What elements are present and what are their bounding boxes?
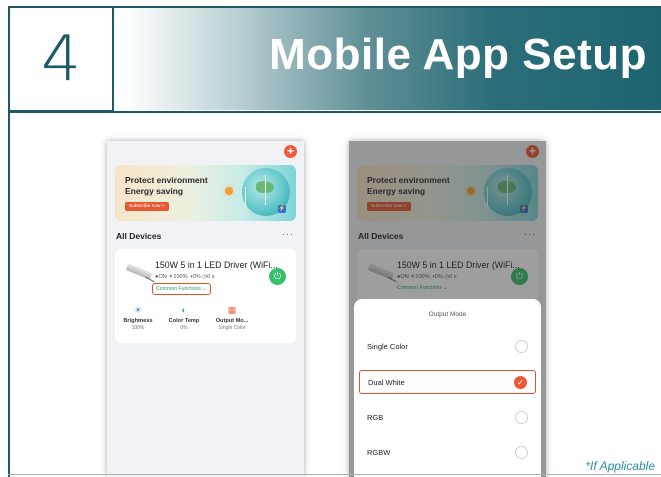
page-title: Mobile App Setup bbox=[269, 30, 647, 79]
banner-line1: Protect environment bbox=[125, 175, 208, 185]
color-temp-icon: ◐ bbox=[181, 305, 187, 315]
wind-turbine-icon bbox=[264, 175, 266, 205]
common-functions-toggle[interactable]: Common Functions ⌄ bbox=[152, 283, 211, 295]
radio-unchecked-icon[interactable] bbox=[515, 446, 528, 459]
option-label: RGBW bbox=[367, 448, 391, 457]
phone-screen-home: + Protect environment Energy saving Subs… bbox=[107, 141, 304, 477]
subscribe-button[interactable]: Subscribe now > bbox=[125, 202, 169, 211]
bottom-rule bbox=[8, 474, 661, 475]
bolt-icon: ⚡ bbox=[278, 205, 286, 213]
option-label: RGB bbox=[367, 413, 384, 422]
brightness-value: 100% bbox=[131, 325, 145, 331]
step-number-box: 4 bbox=[8, 6, 114, 112]
output-mode-icon: ▦ bbox=[227, 305, 237, 315]
banner-line2: Energy saving bbox=[125, 186, 184, 196]
output-mode-label: Output Mo... bbox=[215, 318, 249, 324]
more-options-icon[interactable]: ··· bbox=[282, 229, 294, 239]
option-single-color[interactable]: Single Color bbox=[359, 335, 536, 359]
device-card[interactable]: 150W 5 in 1 LED Driver (WiFi... ●ON ☀100… bbox=[115, 249, 296, 343]
all-devices-heading: All Devices bbox=[116, 231, 162, 241]
step-number: 4 bbox=[41, 22, 81, 95]
header-divider bbox=[8, 111, 661, 113]
option-dual-white[interactable]: Dual White ✓ bbox=[359, 370, 536, 394]
color-temp-label: Color Temp bbox=[168, 318, 200, 324]
option-label: Single Color bbox=[367, 342, 408, 351]
add-device-button[interactable]: + bbox=[284, 145, 297, 158]
option-label: Dual White bbox=[368, 378, 405, 387]
wind-turbine-icon bbox=[244, 187, 246, 207]
radio-checked-icon[interactable]: ✓ bbox=[514, 376, 527, 389]
option-rgbw[interactable]: RGBW bbox=[359, 441, 536, 465]
output-mode-value: Single Color bbox=[218, 325, 246, 331]
phone-screen-output-mode: + Protect environment Energy saving Subs… bbox=[349, 141, 546, 477]
sheet-title: Output Mode bbox=[428, 311, 467, 318]
brightness-control[interactable]: ☀ Brightness 100% bbox=[115, 305, 161, 331]
radio-unchecked-icon[interactable] bbox=[515, 340, 528, 353]
device-status: ●ON ☀100% ◑0% ◷0 s bbox=[155, 274, 215, 280]
device-name: 150W 5 in 1 LED Driver (WiFi... bbox=[155, 260, 278, 270]
option-rgb[interactable]: RGB bbox=[359, 406, 536, 430]
sun-icon bbox=[225, 187, 233, 195]
promo-banner[interactable]: Protect environment Energy saving Subscr… bbox=[115, 165, 296, 221]
brightness-icon: ☀ bbox=[133, 305, 143, 315]
output-mode-sheet: Output Mode Single Color Dual White ✓ RG… bbox=[354, 299, 541, 477]
radio-unchecked-icon[interactable] bbox=[515, 411, 528, 424]
output-mode-control[interactable]: ▦ Output Mo... Single Color bbox=[209, 305, 255, 331]
color-temp-control[interactable]: ◐ Color Temp 0% bbox=[161, 305, 207, 331]
brightness-label: Brightness bbox=[123, 318, 153, 324]
color-temp-value: 0% bbox=[180, 325, 188, 331]
footnote: *If Applicable bbox=[585, 459, 655, 473]
power-icon[interactable]: ⏻ bbox=[269, 268, 286, 285]
